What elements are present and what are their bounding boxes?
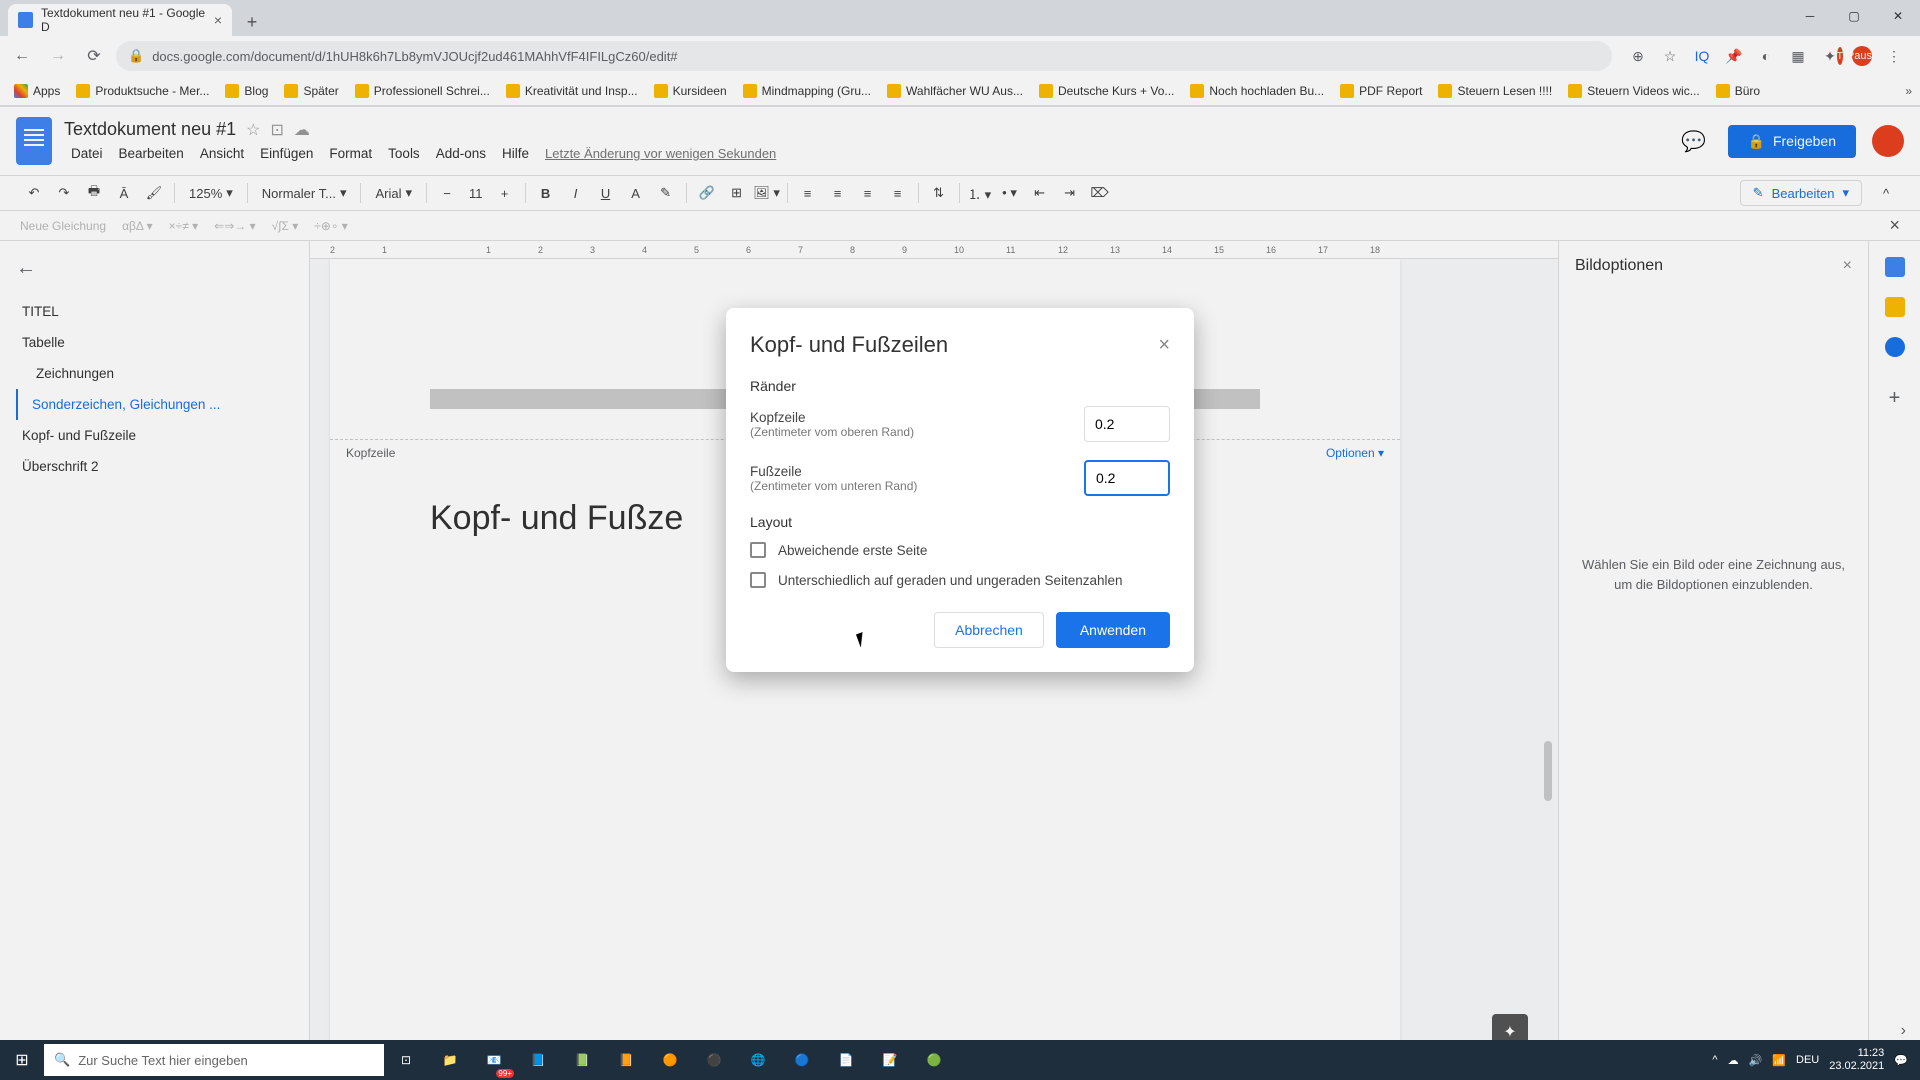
apply-button[interactable]: Anwenden xyxy=(1056,612,1170,648)
powerpoint-icon[interactable]: 📙 xyxy=(604,1040,648,1080)
task-view-icon[interactable]: ⊡ xyxy=(384,1040,428,1080)
clock[interactable]: 11:23 23.02.2021 xyxy=(1829,1047,1884,1073)
app-icon[interactable]: 📄 xyxy=(824,1040,868,1080)
header-margin-row: Kopfzeile (Zentimeter vom oberen Rand) xyxy=(750,406,1170,442)
notepad-icon[interactable]: 📝 xyxy=(868,1040,912,1080)
system-tray: ^ ☁ 🔊 📶 DEU 11:23 23.02.2021 💬 xyxy=(1712,1047,1920,1073)
footer-margin-row: Fußzeile (Zentimeter vom unteren Rand) xyxy=(750,460,1170,496)
start-button[interactable]: ⊞ xyxy=(0,1040,44,1080)
app-icon[interactable]: 🟠 xyxy=(648,1040,692,1080)
footer-margin-sublabel: (Zentimeter vom unteren Rand) xyxy=(750,479,917,493)
explorer-icon[interactable]: 📁 xyxy=(428,1040,472,1080)
tray-expand-icon[interactable]: ^ xyxy=(1712,1054,1717,1066)
layout-section-label: Layout xyxy=(750,514,1170,530)
taskbar-apps: ⊡ 📁 📧99+ 📘 📗 📙 🟠 ⚫ 🌐 🔵 📄 📝 🟢 xyxy=(384,1040,956,1080)
word-icon[interactable]: 📘 xyxy=(516,1040,560,1080)
header-margin-sublabel: (Zentimeter vom oberen Rand) xyxy=(750,425,914,439)
mail-icon[interactable]: 📧99+ xyxy=(472,1040,516,1080)
checkbox-label: Abweichende erste Seite xyxy=(778,543,927,558)
dialog-title: Kopf- und Fußzeilen xyxy=(750,332,948,358)
chrome-icon[interactable]: 🌐 xyxy=(736,1040,780,1080)
odd-even-pages-row[interactable]: Unterschiedlich auf geraden und ungerade… xyxy=(750,572,1170,588)
checkbox-icon[interactable] xyxy=(750,542,766,558)
dialog-close-icon[interactable]: × xyxy=(1158,334,1170,357)
windows-taskbar: ⊞ 🔍 Zur Suche Text hier eingeben ⊡ 📁 📧99… xyxy=(0,1040,1920,1080)
taskbar-search[interactable]: 🔍 Zur Suche Text hier eingeben xyxy=(44,1044,384,1076)
edge-icon[interactable]: 🔵 xyxy=(780,1040,824,1080)
footer-margin-input[interactable] xyxy=(1084,460,1170,496)
header-margin-label: Kopfzeile xyxy=(750,410,914,425)
onedrive-icon[interactable]: ☁ xyxy=(1728,1054,1739,1067)
footer-margin-label: Fußzeile xyxy=(750,464,917,479)
dialog-actions: Abbrechen Anwenden xyxy=(750,612,1170,648)
margins-section-label: Ränder xyxy=(750,378,1170,394)
language-indicator[interactable]: DEU xyxy=(1796,1054,1819,1066)
search-icon: 🔍 xyxy=(54,1052,70,1068)
header-margin-input[interactable] xyxy=(1084,406,1170,442)
spotify-icon[interactable]: 🟢 xyxy=(912,1040,956,1080)
obs-icon[interactable]: ⚫ xyxy=(692,1040,736,1080)
notifications-icon[interactable]: 💬 xyxy=(1894,1054,1908,1067)
cancel-button[interactable]: Abbrechen xyxy=(934,612,1044,648)
checkbox-icon[interactable] xyxy=(750,572,766,588)
excel-icon[interactable]: 📗 xyxy=(560,1040,604,1080)
checkbox-label: Unterschiedlich auf geraden und ungerade… xyxy=(778,573,1123,588)
modal-overlay: Kopf- und Fußzeilen × Ränder Kopfzeile (… xyxy=(0,0,1920,1080)
different-first-page-row[interactable]: Abweichende erste Seite xyxy=(750,542,1170,558)
wifi-icon[interactable]: 📶 xyxy=(1772,1054,1786,1067)
header-footer-dialog: Kopf- und Fußzeilen × Ränder Kopfzeile (… xyxy=(726,308,1194,672)
volume-icon[interactable]: 🔊 xyxy=(1749,1054,1763,1067)
